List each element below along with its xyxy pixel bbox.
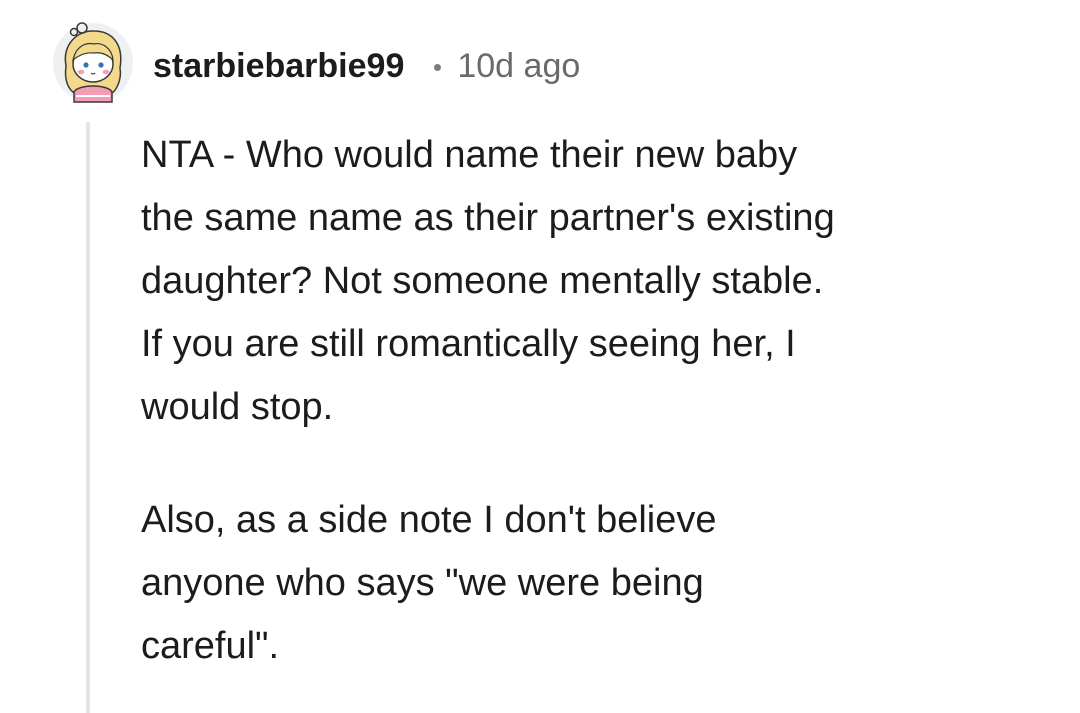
bullet-separator-icon: [434, 63, 442, 71]
timestamp[interactable]: 10d ago: [457, 47, 580, 86]
username-link[interactable]: starbiebarbie99: [153, 47, 404, 86]
comment: starbiebarbie99 10d ago NTA - Who would …: [0, 0, 1080, 713]
avatar[interactable]: [52, 22, 134, 104]
snoo-avatar-icon: [53, 22, 133, 103]
comment-header: starbiebarbie99 10d ago: [153, 40, 580, 92]
comment-body: NTA - Who would name their new baby the …: [141, 124, 1041, 678]
comment-paragraph: Also, as a side note I don't believe any…: [141, 499, 717, 667]
thread-line[interactable]: [86, 122, 90, 713]
comment-paragraph: NTA - Who would name their new baby the …: [141, 134, 835, 428]
